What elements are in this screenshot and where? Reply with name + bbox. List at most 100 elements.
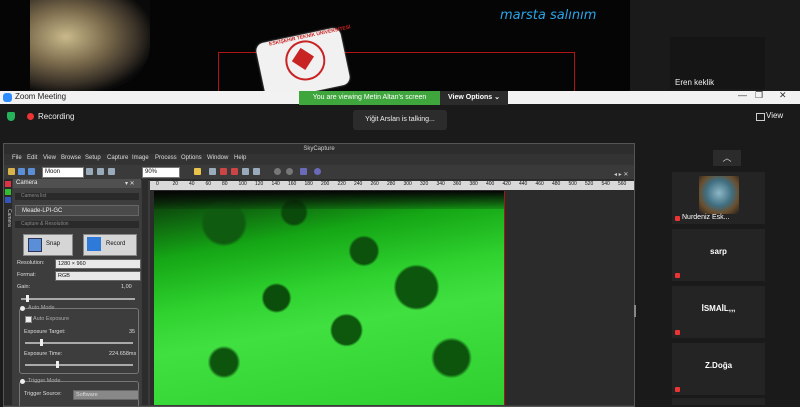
ruler-tick: 200: [321, 181, 330, 187]
exposure-time-thumb[interactable]: [56, 361, 60, 368]
mic-muted-icon: [675, 273, 680, 278]
play-icon[interactable]: [108, 168, 115, 175]
skycapture-toolbar: Moon 90%: [4, 165, 634, 180]
export-icon[interactable]: [300, 168, 307, 175]
participant-tile[interactable]: sarp: [672, 229, 765, 281]
view-button[interactable]: View: [766, 111, 783, 120]
exposure-time-label: Exposure Time:: [24, 351, 63, 357]
tab-blue-icon[interactable]: [5, 197, 11, 203]
ruler-tick: 20: [172, 181, 179, 187]
record-icon[interactable]: [231, 168, 238, 175]
view-options-button[interactable]: View Options ⌄: [440, 91, 508, 105]
ruler-tick: 120: [255, 181, 264, 187]
circle2-icon[interactable]: [286, 168, 293, 175]
ruler-tick: 220: [337, 181, 346, 187]
ruler-tick: 140: [271, 181, 280, 187]
snap-label: Snap: [46, 241, 61, 247]
record-label: Record: [106, 241, 126, 247]
close-button[interactable]: ✕: [779, 90, 787, 101]
ruler-tick: 300: [403, 181, 412, 187]
menu-capture[interactable]: Capture: [107, 155, 128, 161]
menu-help[interactable]: Help: [234, 155, 246, 161]
restore-button[interactable]: ❐: [755, 90, 763, 101]
rotate-icon[interactable]: [97, 168, 104, 175]
menu-setup[interactable]: Setup: [85, 155, 101, 161]
tab-camera[interactable]: Camera: [4, 209, 12, 227]
settings-icon[interactable]: [86, 168, 93, 175]
trigger-source-select[interactable]: Software: [73, 390, 139, 400]
flip-icon[interactable]: [253, 168, 260, 175]
minimize-button[interactable]: —: [738, 90, 747, 100]
tab-green-icon[interactable]: [5, 189, 11, 195]
ruler-tick: 80: [222, 181, 228, 187]
participant-tile[interactable]: İSMAİL,,,: [672, 286, 765, 338]
trigger-mode-label: Trigger Mode: [28, 378, 61, 384]
gain-label: Gain:: [17, 284, 31, 290]
camera-panel: Camera ▾ ✕ Camera list Meade-LPI-GC Capt…: [13, 179, 141, 406]
auto-exposure-checkbox[interactable]: [25, 316, 32, 323]
participant-tile[interactable]: Z.Doğa: [672, 343, 765, 395]
ruler-tick: 260: [370, 181, 379, 187]
crop-icon[interactable]: [209, 168, 216, 175]
ruler-tick: 180: [304, 181, 313, 187]
ruler-tick: 320: [420, 181, 429, 187]
format-label: Format:: [17, 272, 36, 278]
view-nav-icon[interactable]: ◂ ▸ ✕: [614, 171, 628, 178]
format-select[interactable]: RGB: [55, 271, 141, 281]
open-icon[interactable]: [8, 168, 15, 175]
panel-resize-handle[interactable]: [634, 305, 636, 317]
section-camera-list[interactable]: Camera list: [15, 193, 139, 200]
target-select[interactable]: Moon: [42, 167, 84, 178]
trigger-mode-radio[interactable]: [20, 379, 25, 384]
fit-icon[interactable]: [194, 168, 201, 175]
gain-slider-track[interactable]: [21, 298, 135, 300]
security-shield-icon[interactable]: [7, 112, 15, 121]
scroll-up-arrow-icon[interactable]: ︿: [713, 150, 741, 166]
snap-button[interactable]: Snap: [23, 234, 73, 256]
auto-mode-label: Auto Mode: [28, 305, 55, 311]
record-button[interactable]: Record: [83, 234, 137, 256]
exposure-time-value: 224.658ms: [109, 351, 137, 357]
panel-scrollbar[interactable]: [142, 179, 148, 405]
ruler-tick: 460: [535, 181, 544, 187]
ruler-tick: 100: [238, 181, 247, 187]
exposure-time-track[interactable]: [25, 364, 133, 366]
grid-view-icon[interactable]: [756, 113, 765, 121]
save-all-icon[interactable]: [28, 168, 35, 175]
live-moon-image[interactable]: [154, 191, 505, 405]
menu-view[interactable]: View: [43, 155, 56, 161]
ruler-tick: 240: [354, 181, 363, 187]
resolution-select[interactable]: 1280 × 960: [55, 259, 141, 269]
active-speaker-toast: Yiğit Arslan is talking...: [353, 110, 447, 130]
exposure-target-thumb[interactable]: [40, 339, 44, 346]
ruler-tick: 420: [502, 181, 511, 187]
ruler-tick: 520: [585, 181, 594, 187]
menu-image[interactable]: Image: [132, 155, 149, 161]
participant-tile[interactable]: [672, 398, 765, 405]
auto-mode-radio[interactable]: [20, 306, 25, 311]
auto-exposure-label: Auto Exposure: [33, 316, 70, 322]
menu-options[interactable]: Options: [181, 155, 202, 161]
menu-process[interactable]: Process: [155, 155, 177, 161]
circle-icon[interactable]: [274, 168, 281, 175]
globe-icon[interactable]: [314, 168, 321, 175]
gain-slider-thumb[interactable]: [25, 295, 29, 302]
tab-red-icon[interactable]: [5, 181, 11, 187]
camera-name-item[interactable]: Meade-LPI-GC: [15, 205, 139, 216]
menu-browse[interactable]: Browse: [61, 155, 81, 161]
menu-edit[interactable]: Edit: [27, 155, 37, 161]
mic-muted-icon: [675, 387, 680, 392]
ruler-tick: 500: [568, 181, 577, 187]
window-title: Zoom Meeting: [15, 92, 67, 101]
histogram-icon[interactable]: [242, 168, 249, 175]
ruler-tick: 340: [436, 181, 445, 187]
ruler-tick: 280: [387, 181, 396, 187]
save-icon[interactable]: [18, 168, 25, 175]
panel-pin-icon[interactable]: ▾ ✕: [125, 180, 135, 187]
zoom-select[interactable]: 90%: [142, 167, 180, 178]
menu-window[interactable]: Window: [207, 155, 228, 161]
menu-file[interactable]: File: [12, 155, 22, 161]
section-capture-resolution[interactable]: Capture & Resolution: [15, 221, 139, 228]
participant-thumb-name: Eren keklik: [675, 78, 715, 87]
stop-icon[interactable]: [220, 168, 227, 175]
